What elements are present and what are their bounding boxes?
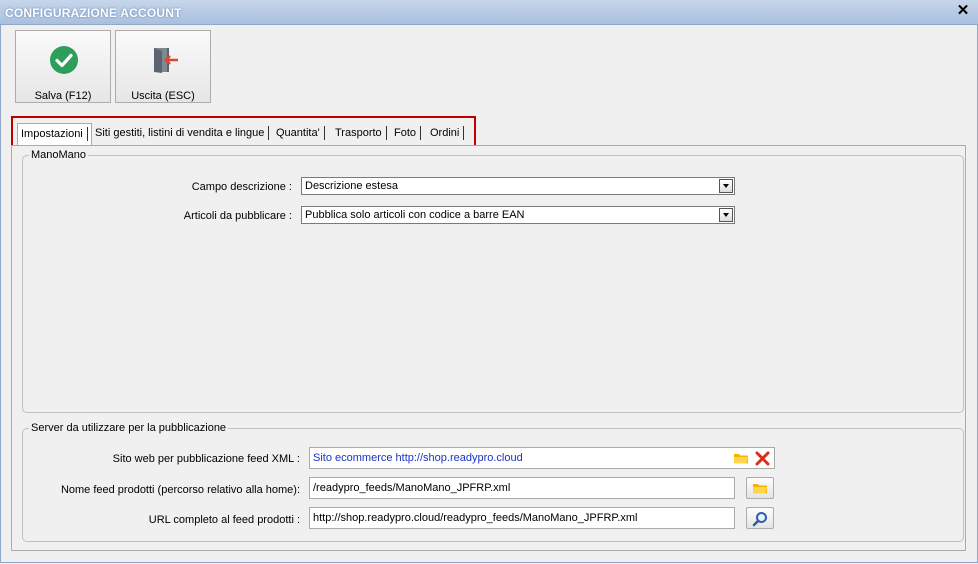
save-button[interactable]: Salva (F12) — [15, 30, 111, 103]
tab-quantita[interactable]: Quantita' — [276, 126, 325, 144]
save-button-label: Salva (F12) — [34, 90, 92, 102]
server-legend: Server da utilizzare per la pubblicazion… — [31, 422, 227, 434]
campo-descrizione-value: Descrizione estesa — [305, 180, 398, 192]
folder-icon[interactable] — [733, 452, 749, 465]
exit-button-label: Uscita (ESC) — [131, 90, 195, 102]
exit-button[interactable]: Uscita (ESC) — [115, 30, 211, 103]
tab-label: Foto — [394, 126, 417, 139]
tab-foto[interactable]: Foto — [394, 126, 422, 144]
clear-x-icon[interactable] — [755, 451, 770, 466]
exit-door-icon — [154, 48, 178, 73]
sito-web-field[interactable]: Sito ecommerce http://shop.readypro.clou… — [309, 447, 775, 469]
url-feed-value: http://shop.readypro.cloud/readypro_feed… — [313, 512, 638, 524]
tab-label: Quantita' — [276, 126, 320, 139]
tab-siti-gestiti[interactable]: Siti gestiti, listini di vendita e lingu… — [95, 126, 270, 144]
url-feed-field[interactable]: http://shop.readypro.cloud/readypro_feed… — [309, 507, 735, 529]
window-title: CONFIGURAZIONE ACCOUNT — [5, 6, 182, 20]
check-circle-icon — [50, 46, 78, 74]
tab-label: Impostazioni — [21, 128, 83, 140]
sito-web-value: Sito ecommerce http://shop.readypro.clou… — [313, 452, 523, 464]
folder-icon — [753, 484, 767, 494]
title-bar: CONFIGURAZIONE ACCOUNT ✕ — [0, 0, 978, 25]
nome-feed-field[interactable]: /readypro_feeds/ManoMano_JPFRP.xml — [309, 477, 735, 499]
campo-descrizione-select[interactable]: Descrizione estesa — [301, 177, 735, 195]
open-url-button[interactable] — [746, 507, 774, 529]
tab-label: Trasporto — [335, 126, 382, 139]
url-feed-label: URL completo al feed prodotti : — [148, 514, 300, 526]
chevron-down-icon[interactable] — [719, 208, 733, 222]
tab-label: Ordini — [430, 126, 460, 139]
articoli-value: Pubblica solo articoli con codice a barr… — [305, 209, 525, 221]
tab-ordini[interactable]: Ordini — [430, 126, 465, 144]
nome-feed-label: Nome feed prodotti (percorso relativo al… — [60, 484, 300, 496]
articoli-label: Articoli da pubblicare : — [183, 210, 292, 222]
close-button[interactable]: ✕ — [954, 3, 972, 19]
tab-label: Siti gestiti, listini di vendita e lingu… — [95, 126, 265, 139]
tab-trasporto[interactable]: Trasporto — [335, 126, 387, 144]
sito-web-label: Sito web per pubblicazione feed XML : — [112, 453, 300, 465]
chevron-down-icon[interactable] — [719, 179, 733, 193]
manomano-legend: ManoMano — [31, 149, 87, 161]
magnifier-icon — [752, 512, 767, 527]
campo-descrizione-label: Campo descrizione : — [191, 181, 292, 193]
tab-impostazioni[interactable]: Impostazioni — [17, 123, 92, 145]
tab-strip: Impostazioni Siti gestiti, listini di ve… — [11, 116, 476, 147]
nome-feed-value: /readypro_feeds/ManoMano_JPFRP.xml — [313, 482, 511, 494]
browse-folder-button[interactable] — [746, 477, 774, 499]
articoli-select[interactable]: Pubblica solo articoli con codice a barr… — [301, 206, 735, 224]
tab-panel-impostazioni: ManoMano Campo descrizione : Descrizione… — [11, 145, 966, 551]
